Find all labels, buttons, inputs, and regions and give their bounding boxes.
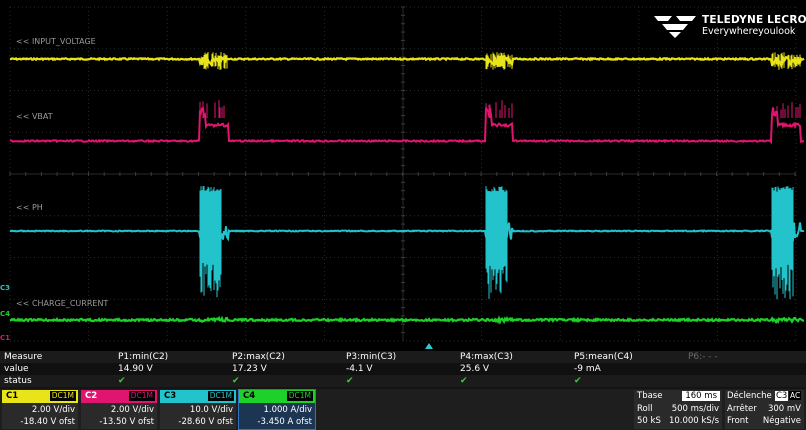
measure-p5-status-check-icon: ✔ xyxy=(574,376,582,386)
timebase-box[interactable]: Tbase 160 ms Roll 500 ms/div 50 kS 10.00… xyxy=(634,390,722,429)
measure-row-label: status xyxy=(4,376,32,386)
channel-c1-offset: -18.40 V ofst xyxy=(20,417,75,427)
timebase-value: 160 ms xyxy=(682,391,720,401)
measure-p5-name[interactable]: P5:mean(C4) xyxy=(574,352,633,362)
channel-c1-name: C1 xyxy=(6,391,19,401)
channel-c2-name: C2 xyxy=(85,391,98,401)
trace-ph xyxy=(9,221,805,244)
channel-c2-vdiv: 2.00 V/div xyxy=(110,405,154,415)
lecroy-emblem-icon xyxy=(654,16,696,38)
channel-c3-name: C3 xyxy=(164,391,177,401)
trigger-label: Déclenche xyxy=(727,391,772,401)
channel-c2-header: C2 DC1M xyxy=(81,390,157,403)
waveform-display[interactable]: TELEDYNE LECROY Everywhereyoulook << INP… xyxy=(0,0,806,349)
measure-p2-status-check-icon: ✔ xyxy=(232,376,240,386)
measure-p1-name[interactable]: P1:min(C2) xyxy=(118,352,168,362)
c4-offset-marker[interactable]: C4 xyxy=(0,310,10,318)
trigger-source: C3 xyxy=(775,391,789,401)
trace-charge-current xyxy=(9,315,805,325)
trigger-position-marker[interactable] xyxy=(425,343,433,349)
channel-c4-coupling: DC1M xyxy=(286,391,313,401)
teledyne-lecroy-logo: TELEDYNE LECROY Everywhereyoulook xyxy=(652,12,806,42)
measure-row-label: value xyxy=(4,364,29,374)
channel-c3-coupling: DC1M xyxy=(207,391,234,401)
channel-c3-offset: -28.60 V ofst xyxy=(178,417,233,427)
trigger-slope: Négative xyxy=(762,416,801,426)
measure-p1-value: 14.90 V xyxy=(118,364,153,374)
trigger-box[interactable]: Déclenche C3 AC Arrêter 300 mV Front Nég… xyxy=(725,390,804,429)
measure-status-row: status ✔ ✔ ✔ ✔ ✔ xyxy=(0,375,806,387)
channel-c4-box[interactable]: C4 DC1M 1.000 A/div -3.450 A ofst xyxy=(238,389,316,430)
trigger-level: 300 mV xyxy=(767,404,801,414)
measure-p2-name[interactable]: P2:max(C2) xyxy=(232,352,285,362)
brand-tagline: Everywhereyoulook xyxy=(702,26,796,37)
channel-c4-name: C4 xyxy=(243,391,256,401)
measure-p3-value: -4.1 V xyxy=(346,364,373,374)
channel-c2-offset: -13.50 V ofst xyxy=(99,417,154,427)
c3-offset-marker[interactable]: C3 xyxy=(0,284,10,292)
measurement-table: Measure P1:min(C2) P2:max(C2) P3:min(C3)… xyxy=(0,351,806,389)
channel-c3-header: C3 DC1M xyxy=(160,390,236,403)
trace-label-ph: << PH xyxy=(16,203,43,212)
timebase-label: Tbase xyxy=(637,391,663,401)
measure-p4-value: 25.6 V xyxy=(460,364,490,374)
timebase-rate: 10.000 kS/s xyxy=(668,416,719,426)
trace-label-charge-current: << CHARGE_CURRENT xyxy=(16,299,109,308)
measure-p4-status-check-icon: ✔ xyxy=(460,376,468,386)
trace-label-input-voltage: << INPUT_VOLTAGE xyxy=(16,37,96,46)
trace-vbat xyxy=(9,107,804,145)
channel-c1-box[interactable]: C1 DC1M 2.00 V/div -18.40 V ofst xyxy=(2,390,78,429)
timebase-mode: Roll xyxy=(637,404,653,414)
trace-label-vbat: << VBAT xyxy=(16,112,53,121)
trigger-coupling: AC xyxy=(789,391,802,400)
timebase-samples: 50 kS xyxy=(637,416,661,426)
measure-p5-value: -9 mA xyxy=(574,364,601,374)
channel-c3-box[interactable]: C3 DC1M 10.0 V/div -28.60 V ofst xyxy=(160,390,236,429)
measure-header-row: Measure P1:min(C2) P2:max(C2) P3:min(C3)… xyxy=(0,351,806,363)
waveform-grid xyxy=(9,6,805,342)
measure-p2-value: 17.23 V xyxy=(232,364,267,374)
channel-c3-vdiv: 10.0 V/div xyxy=(189,405,233,415)
trigger-type: Front xyxy=(727,416,749,426)
channel-c1-coupling: DC1M xyxy=(49,391,76,401)
measure-p1-status-check-icon: ✔ xyxy=(118,376,126,386)
measure-p6-name[interactable]: P6:- - - xyxy=(688,352,718,362)
channel-c2-box[interactable]: C2 DC1M 2.00 V/div -13.50 V ofst xyxy=(81,390,157,429)
channel-c4-offset: -3.450 A ofst xyxy=(257,417,312,427)
channel-descriptor-bar: C1 DC1M 2.00 V/div -18.40 V ofst C2 DC1M… xyxy=(0,389,806,430)
trigger-mode: Arrêter xyxy=(727,404,757,414)
channel-c2-coupling: DC1M xyxy=(128,391,155,401)
measure-p3-status-check-icon: ✔ xyxy=(346,376,354,386)
channel-c4-header: C4 DC1M xyxy=(239,390,315,403)
measure-value-row: value 14.90 V 17.23 V -4.1 V 25.6 V -9 m… xyxy=(0,363,806,375)
channel-c1-header: C1 DC1M xyxy=(2,390,78,403)
c1-offset-marker[interactable]: C1 xyxy=(0,334,10,342)
channel-c4-vdiv: 1.000 A/div xyxy=(263,405,312,415)
channel-c1-vdiv: 2.00 V/div xyxy=(31,405,75,415)
measure-p4-name[interactable]: P4:max(C3) xyxy=(460,352,513,362)
timebase-div: 500 ms/div xyxy=(671,404,719,414)
measure-p3-name[interactable]: P3:min(C3) xyxy=(346,352,396,362)
brand-name: TELEDYNE LECROY xyxy=(702,14,806,26)
trace-input-voltage xyxy=(9,53,805,68)
measure-row-label: Measure xyxy=(4,352,43,362)
